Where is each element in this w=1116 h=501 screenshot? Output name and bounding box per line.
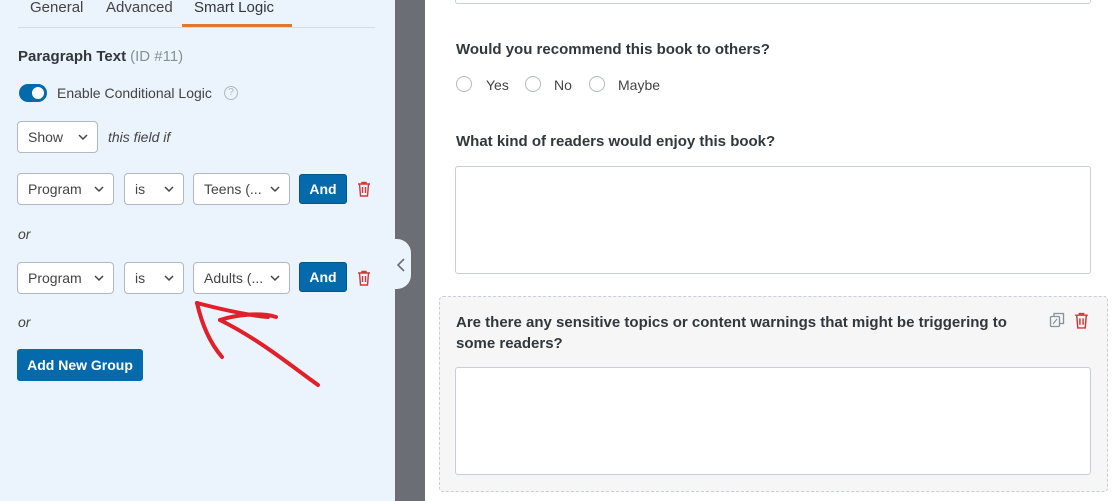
rule1-value: Teens (... <box>204 181 262 197</box>
toggle-knob <box>32 87 44 99</box>
rule1-value-select[interactable]: Teens (... <box>193 173 290 205</box>
chevron-down-icon <box>270 275 280 282</box>
add-new-group-button[interactable]: Add New Group <box>17 349 143 381</box>
field-title-label: Paragraph Text <box>18 48 127 65</box>
help-icon[interactable]: ? <box>224 86 238 100</box>
rule2-value-select[interactable]: Adults (... <box>193 262 290 294</box>
rule1-field-value: Program <box>28 181 82 197</box>
trash-icon[interactable] <box>357 181 371 197</box>
show-hide-value: Show <box>28 129 64 145</box>
radio-yes-label: Yes <box>486 77 509 93</box>
q2-textarea[interactable] <box>455 166 1091 274</box>
chevron-down-icon <box>94 275 104 282</box>
rule2-field-select[interactable]: Program <box>17 262 114 294</box>
radio-no[interactable] <box>525 76 541 92</box>
tab-advanced[interactable]: Advanced <box>106 0 173 16</box>
radio-no-label: No <box>554 77 572 93</box>
rule2-and-button[interactable]: And <box>299 262 347 292</box>
q2-label: What kind of readers would enjoy this bo… <box>456 133 776 150</box>
chevron-down-icon <box>270 186 280 193</box>
rule2-field-value: Program <box>28 270 82 286</box>
tab-general[interactable]: General <box>30 0 83 16</box>
trash-icon[interactable] <box>357 270 371 286</box>
chevron-down-icon <box>164 275 174 282</box>
or-separator: or <box>18 226 31 242</box>
rule2-operator-select[interactable]: is <box>124 262 184 294</box>
field-title: Paragraph Text (ID #11) <box>18 48 183 65</box>
options-tabs: General Advanced Smart Logic <box>18 0 375 28</box>
trash-icon[interactable] <box>1074 312 1089 329</box>
rule1-operator-select[interactable]: is <box>124 173 184 205</box>
chevron-down-icon <box>164 186 174 193</box>
rule1-and-button[interactable]: And <box>299 174 347 204</box>
rule2-value: Adults (... <box>204 270 264 286</box>
radio-maybe-label: Maybe <box>618 77 661 93</box>
or-separator: or <box>18 314 31 330</box>
arrow-annotation <box>195 301 320 387</box>
q3-textarea[interactable] <box>455 367 1091 475</box>
show-hide-select[interactable]: Show <box>17 121 98 153</box>
show-suffix-text: this field if <box>108 129 171 145</box>
tab-smart-logic[interactable]: Smart Logic <box>194 0 274 16</box>
rule2-operator-value: is <box>135 270 146 286</box>
rule1-operator-value: is <box>135 181 146 197</box>
q1-label: Would you recommend this book to others? <box>456 41 770 58</box>
active-tab-indicator <box>182 24 292 27</box>
q3-label: Are there any sensitive topics or conten… <box>456 314 1007 352</box>
field-options-panel: General Advanced Smart Logic Paragraph T… <box>0 0 395 501</box>
conditional-logic-toggle[interactable] <box>19 84 47 102</box>
radio-maybe[interactable] <box>589 76 605 92</box>
conditional-logic-label: Enable Conditional Logic <box>57 85 212 101</box>
chevron-left-icon[interactable] <box>397 258 405 272</box>
chevron-down-icon <box>94 186 104 193</box>
chevron-down-icon <box>78 134 88 141</box>
radio-yes[interactable] <box>456 76 472 92</box>
rule1-field-select[interactable]: Program <box>17 173 114 205</box>
field-id: (ID #11) <box>130 48 184 65</box>
duplicate-icon[interactable] <box>1049 312 1065 328</box>
previous-field-input[interactable] <box>455 0 1091 4</box>
